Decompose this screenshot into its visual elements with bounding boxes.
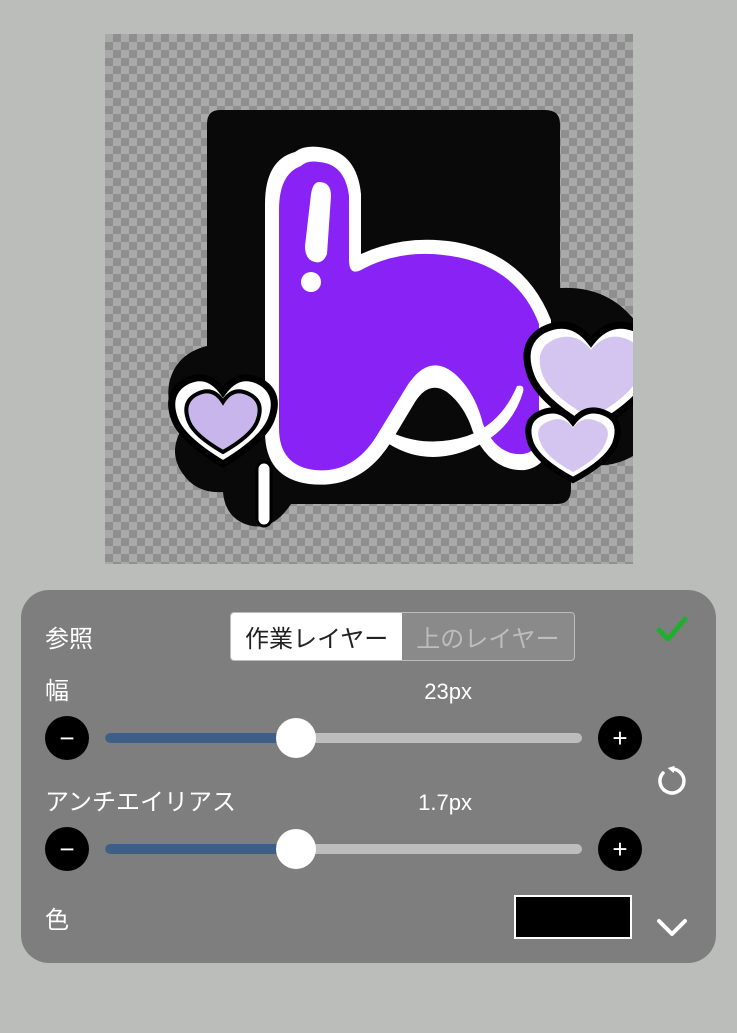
segment-above-layer[interactable]: 上のレイヤー [402,613,573,660]
antialias-increase-button[interactable]: + [598,827,642,871]
width-label: 幅 [45,671,69,706]
chevron-down-icon[interactable] [655,917,689,939]
width-slider[interactable] [105,733,582,743]
width-increase-button[interactable]: + [598,716,642,760]
artwork [105,34,633,564]
antialias-slider[interactable] [105,844,582,854]
reference-label: 参照 [45,619,230,654]
antialias-value: 1.7px [418,790,472,816]
color-label: 色 [45,900,69,935]
reset-icon[interactable] [656,765,688,797]
outline-settings-panel: 参照 作業レイヤー 上のレイヤー 幅 23px − + アンチエイリアス 1.7… [21,590,716,963]
width-value: 23px [424,679,472,705]
reference-segmented: 作業レイヤー 上のレイヤー [230,612,575,661]
color-swatch[interactable] [514,895,632,939]
antialias-label: アンチエイリアス [45,782,236,817]
width-decrease-button[interactable]: − [45,716,89,760]
segment-working-layer[interactable]: 作業レイヤー [231,613,402,660]
confirm-icon[interactable] [655,614,689,644]
canvas-preview[interactable] [105,34,633,564]
antialias-decrease-button[interactable]: − [45,827,89,871]
